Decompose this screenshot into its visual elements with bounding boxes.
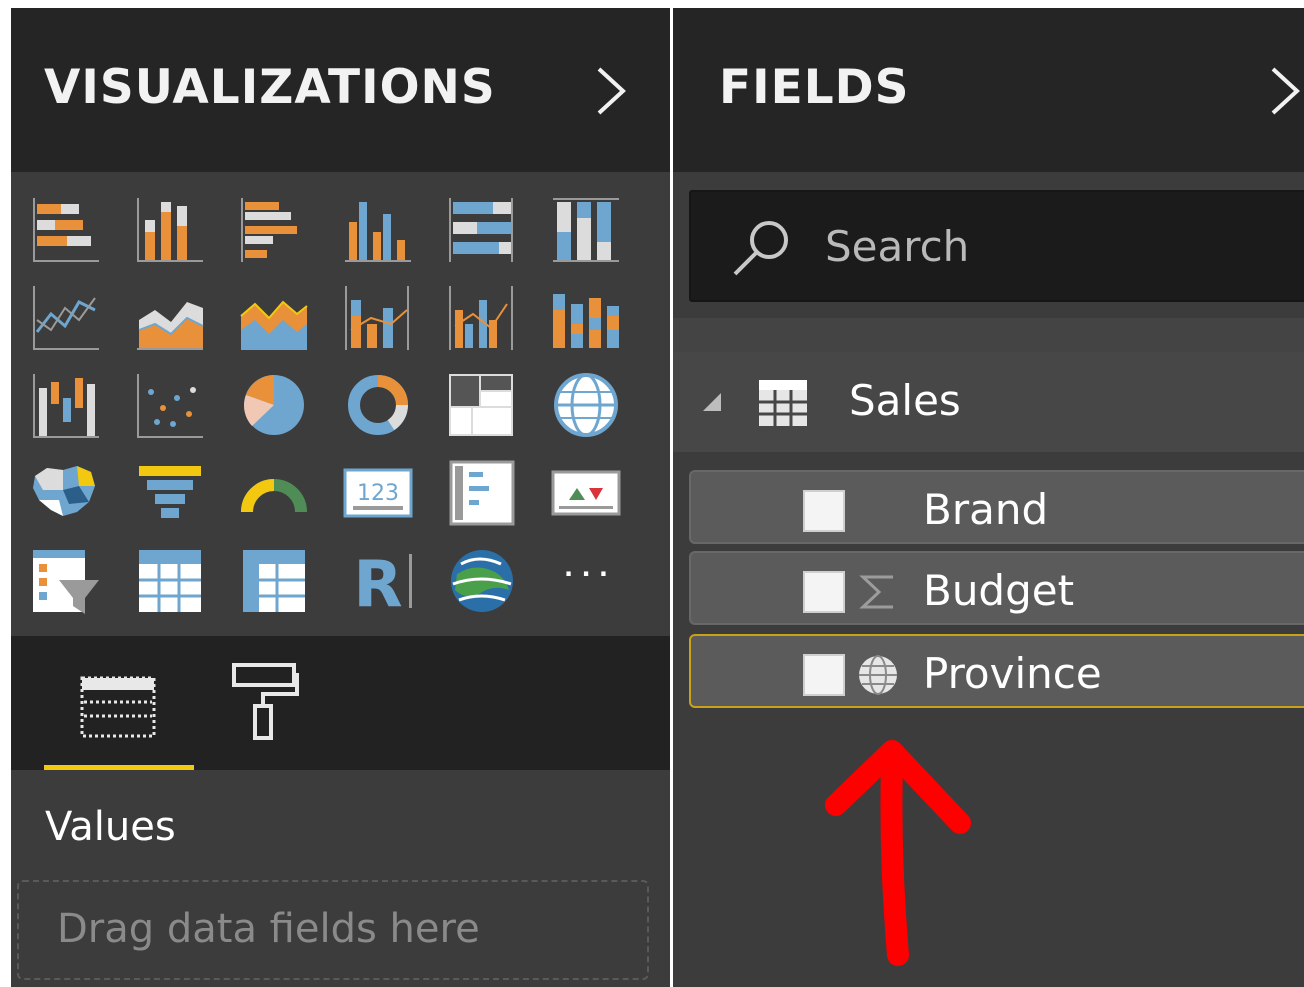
fields-header: FIELDS <box>673 8 1304 172</box>
field-checkbox[interactable] <box>803 490 845 532</box>
values-well-label: Values <box>45 804 176 850</box>
field-label: Brand <box>923 485 1049 534</box>
more-visuals-icon[interactable]: · · · <box>549 544 623 618</box>
visualizations-header: VISUALIZATIONS <box>11 8 670 172</box>
fields-pane: FIELDS Search Sales Brand Budget Provinc… <box>673 8 1304 987</box>
kpi-icon[interactable] <box>549 456 623 530</box>
field-item-brand[interactable]: Brand <box>689 470 1304 544</box>
clustered-bar-chart-icon[interactable] <box>237 192 311 266</box>
pie-chart-icon[interactable] <box>237 368 311 442</box>
treemap-icon[interactable] <box>445 368 519 442</box>
chevron-right-icon <box>1271 67 1300 115</box>
100-stacked-column-chart-icon[interactable] <box>549 192 623 266</box>
expand-arrow-icon <box>703 393 721 411</box>
fields-list-separator <box>673 318 1304 352</box>
filled-map-icon[interactable] <box>29 456 103 530</box>
line-and-clustered-column-chart-icon[interactable] <box>445 280 519 354</box>
search-input[interactable]: Search <box>689 190 1304 302</box>
ribbon-chart-icon[interactable] <box>549 280 623 354</box>
stacked-bar-chart-icon[interactable] <box>29 192 103 266</box>
field-checkbox[interactable] <box>803 571 845 613</box>
paint-roller-icon <box>232 663 299 740</box>
card-icon[interactable]: 123 <box>341 456 415 530</box>
arcgis-map-icon[interactable] <box>445 544 519 618</box>
tab-format[interactable] <box>211 636 321 770</box>
search-placeholder: Search <box>825 222 970 271</box>
scatter-chart-icon[interactable] <box>133 368 207 442</box>
field-item-budget[interactable]: Budget <box>689 551 1304 625</box>
field-checkbox[interactable] <box>803 654 845 696</box>
multi-row-card-icon[interactable] <box>445 456 519 530</box>
visualizations-gallery: 123 R · · · <box>11 172 670 636</box>
funnel-icon[interactable] <box>133 456 207 530</box>
slicer-icon[interactable] <box>29 544 103 618</box>
r-visual-icon[interactable]: R <box>341 544 415 618</box>
field-label: Budget <box>923 566 1075 615</box>
area-chart-icon[interactable] <box>133 280 207 354</box>
fields-collapse-button[interactable] <box>1265 66 1304 116</box>
line-chart-icon[interactable] <box>29 280 103 354</box>
gauge-icon[interactable] <box>237 456 311 530</box>
more-glyph: · · · <box>564 560 608 588</box>
matrix-icon[interactable] <box>237 544 311 618</box>
visualizations-collapse-button[interactable] <box>591 66 631 116</box>
active-tab-indicator <box>44 765 194 770</box>
stacked-column-chart-icon[interactable] <box>133 192 207 266</box>
chevron-right-icon <box>597 67 626 115</box>
sigma-icon <box>859 575 893 609</box>
field-item-province[interactable]: Province <box>689 634 1304 708</box>
tab-fields[interactable] <box>44 636 194 770</box>
table-name: Sales <box>849 376 961 425</box>
map-icon[interactable] <box>549 368 623 442</box>
stacked-area-chart-icon[interactable] <box>237 280 311 354</box>
dropzone-placeholder: Drag data fields here <box>57 906 480 952</box>
table-grid-icon <box>759 380 807 426</box>
table-sales[interactable]: Sales <box>673 352 1304 452</box>
svg-text:123: 123 <box>357 481 399 506</box>
fields-tab-icon <box>80 676 156 738</box>
visualizations-pane: VISUALIZATIONS 123 R · · · Values Drag d… <box>11 8 670 987</box>
r-glyph: R <box>353 548 402 618</box>
clustered-column-chart-icon[interactable] <box>341 192 415 266</box>
values-dropzone[interactable]: Drag data fields here <box>17 880 649 980</box>
globe-icon <box>859 655 897 695</box>
waterfall-chart-icon[interactable] <box>29 368 103 442</box>
search-icon <box>733 221 788 276</box>
100-stacked-bar-chart-icon[interactable] <box>445 192 519 266</box>
line-and-stacked-column-chart-icon[interactable] <box>341 280 415 354</box>
table-icon[interactable] <box>133 544 207 618</box>
field-label: Province <box>923 649 1102 698</box>
visualizations-title: VISUALIZATIONS <box>44 60 496 115</box>
donut-chart-icon[interactable] <box>341 368 415 442</box>
fields-title: FIELDS <box>719 60 910 115</box>
visualizations-tabs <box>11 636 670 770</box>
